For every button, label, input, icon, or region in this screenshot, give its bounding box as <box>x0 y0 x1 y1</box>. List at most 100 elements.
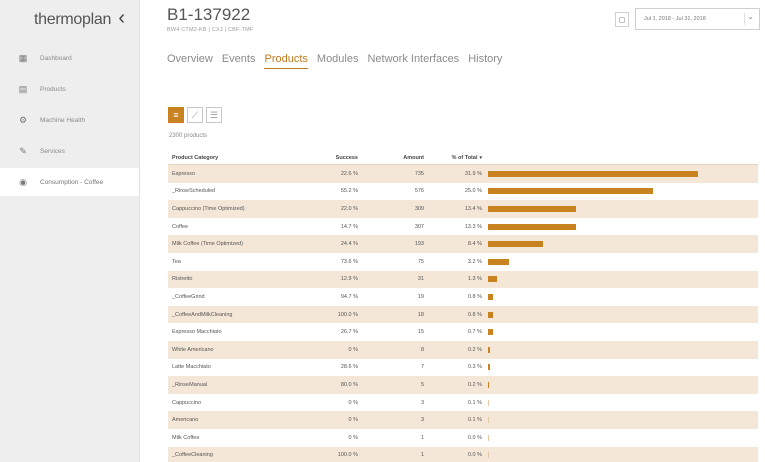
sidebar-item-label: Dashboard <box>40 54 72 62</box>
table-row[interactable]: Latte Macchiato 28.6 % 7 0.3 % <box>168 358 758 377</box>
header-success[interactable]: Success <box>298 155 358 161</box>
dashboard-icon: ▦ <box>18 52 28 63</box>
table-row[interactable]: Cappuccino 0 % 3 0.1 % <box>168 393 758 412</box>
share-bar <box>488 293 494 300</box>
amount-cell: 7 <box>420 364 424 371</box>
success-cell: 94.7 % <box>340 293 358 300</box>
amount-cell: 18 <box>417 311 424 318</box>
table-row[interactable]: Coffee 14.7 % 307 13.3 % <box>168 217 758 236</box>
pct-of-total-cell: 0.7 % <box>467 329 482 336</box>
sidebar-item-machine-health[interactable]: ⚙ Machine Health <box>0 106 139 134</box>
success-cell: 22.0 % <box>340 205 358 212</box>
share-bar-cell <box>482 183 758 201</box>
amount-cell: 5 <box>420 381 424 388</box>
share-bar-cell <box>482 376 758 394</box>
table-row[interactable]: _CoffeeGrind 94.7 % 19 0.8 % <box>168 288 758 306</box>
pct-of-total-cell: 0.3 % <box>467 364 482 371</box>
sidebar-item-products[interactable]: ▤ Products <box>0 75 139 103</box>
share-bar <box>488 276 497 283</box>
table-row[interactable]: Cappuccino (Time Optimized) 22.0 % 309 13.4… <box>168 200 758 218</box>
table-row[interactable]: Tea 73.6 % 75 3.2 % <box>168 252 758 271</box>
view-toggles: ≡ ⟋ ☰ <box>168 107 222 123</box>
success-cell: 100.0 % <box>337 452 358 459</box>
product-category-cell: Latte Macchiato <box>172 364 211 371</box>
amount-cell: 8 <box>420 346 424 353</box>
line-chart-view-icon[interactable]: ⟋ <box>187 107 203 123</box>
product-category-cell: _CoffeeCleaning <box>172 452 213 459</box>
product-category-cell: _RinseManual <box>172 381 208 388</box>
share-bar-cell <box>482 165 758 183</box>
table-row[interactable]: White Americano 0 % 8 0.2 % <box>168 340 758 359</box>
table-row[interactable]: Espresso Macchiato 26.7 % 15 0.7 % <box>168 323 758 341</box>
bar-view-icon[interactable]: ≡ <box>168 107 184 123</box>
collapse-sidebar-button[interactable]: ‹ <box>118 8 125 28</box>
pct-of-total-cell: 0.8 % <box>467 293 482 300</box>
sidebar-item-services[interactable]: ✎ Services <box>0 137 139 165</box>
share-bar-cell <box>482 200 758 218</box>
product-category-cell: Tea <box>172 258 181 265</box>
tab-products[interactable]: Products <box>264 53 308 69</box>
product-category-cell: Cappuccino <box>172 399 202 406</box>
share-bar <box>488 223 576 230</box>
header-bar-spacer <box>482 151 758 164</box>
amount-cell: 1 <box>420 452 424 459</box>
share-bar-cell <box>482 359 758 377</box>
table-row[interactable]: _RinseScheduled 55.2 % 576 25.0 % <box>168 182 758 201</box>
product-category-cell: Coffee <box>172 223 189 230</box>
success-cell: 26.7 % <box>340 329 358 336</box>
sidebar-item-consumption-coffee[interactable]: ◉ Consumption - Coffee <box>0 168 139 196</box>
success-cell: 22.6 % <box>340 170 358 177</box>
sidebar-item-label: Machine Health <box>40 116 86 124</box>
product-category-cell: Milk Coffee (Time Optimized) <box>172 241 243 248</box>
tab-events[interactable]: Events <box>222 53 256 69</box>
header-category[interactable]: Product Category <box>168 155 298 161</box>
pct-of-total-cell: 0.0 % <box>467 434 482 441</box>
list-view-icon[interactable]: ☰ <box>206 107 222 123</box>
pct-of-total-cell: 0.8 % <box>467 311 482 318</box>
share-bar <box>488 311 494 318</box>
date-range-select[interactable]: Jul 1, 2018 - Jul 31, 2018 ⌄ <box>635 8 760 30</box>
pct-of-total-cell: 31.9 % <box>464 170 482 177</box>
table-row[interactable]: Milk Coffee (Time Optimized) 24.4 % 193 8.4… <box>168 235 758 253</box>
sidebar: thermoplan ‹ ▦ Dashboard ▤ Products ⚙ Ma… <box>0 0 140 462</box>
share-bar <box>488 364 490 371</box>
amount-cell: 3 <box>420 399 424 406</box>
share-bar-cell <box>482 341 758 359</box>
calendar-button[interactable]: ▢ <box>615 12 629 27</box>
amount-cell: 309 <box>414 205 424 212</box>
share-bar-cell <box>482 447 758 462</box>
sidebar-item-dashboard[interactable]: ▦ Dashboard <box>0 44 139 72</box>
tab-overview[interactable]: Overview <box>167 53 213 69</box>
table-row[interactable]: Americano 0 % 3 0.1 % <box>168 411 758 429</box>
table-row[interactable]: Ristretto 12.9 % 31 1.3 % <box>168 270 758 289</box>
pct-of-total-cell: 0.1 % <box>467 417 482 424</box>
share-bar-cell <box>482 235 758 253</box>
share-bar-cell <box>482 429 758 447</box>
tab-history[interactable]: History <box>468 53 502 69</box>
share-bar <box>488 434 489 441</box>
table-row[interactable]: _RinseManual 80.0 % 5 0.2 % <box>168 376 758 394</box>
table-row[interactable]: _CoffeeCleaning 100.0 % 1 0.0 % <box>168 446 758 462</box>
chevron-down-icon: ⌄ <box>744 13 756 25</box>
success-cell: 80.0 % <box>340 381 358 388</box>
success-cell: 73.6 % <box>340 258 358 265</box>
tab-network-interfaces[interactable]: Network Interfaces <box>367 53 459 69</box>
share-bar-cell <box>482 323 758 341</box>
table-row[interactable]: _CoffeeAndMilkCleaning 100.0 % 18 0.8 % <box>168 305 758 324</box>
success-cell: 24.4 % <box>340 241 358 248</box>
amount-cell: 735 <box>414 170 424 177</box>
amount-cell: 307 <box>414 223 424 230</box>
share-bar <box>488 258 510 265</box>
share-bar-cell <box>482 411 758 429</box>
tab-bar: Overview Events Products Modules Network… <box>167 53 502 69</box>
tab-modules[interactable]: Modules <box>317 53 359 69</box>
pct-of-total-cell: 25.0 % <box>464 188 482 195</box>
product-category-cell: Espresso Macchiato <box>172 329 222 336</box>
share-bar <box>488 452 489 459</box>
table-row[interactable]: Espresso 22.6 % 735 31.9 % <box>168 165 758 183</box>
machine-health-icon: ⚙ <box>18 114 28 125</box>
products-icon: ▤ <box>18 83 28 94</box>
header-amount[interactable]: Amount <box>358 155 424 161</box>
header-pct-of-total[interactable]: % of Total ▾ <box>424 155 482 161</box>
table-row[interactable]: Milk Coffee 0 % 1 0.0 % <box>168 428 758 447</box>
